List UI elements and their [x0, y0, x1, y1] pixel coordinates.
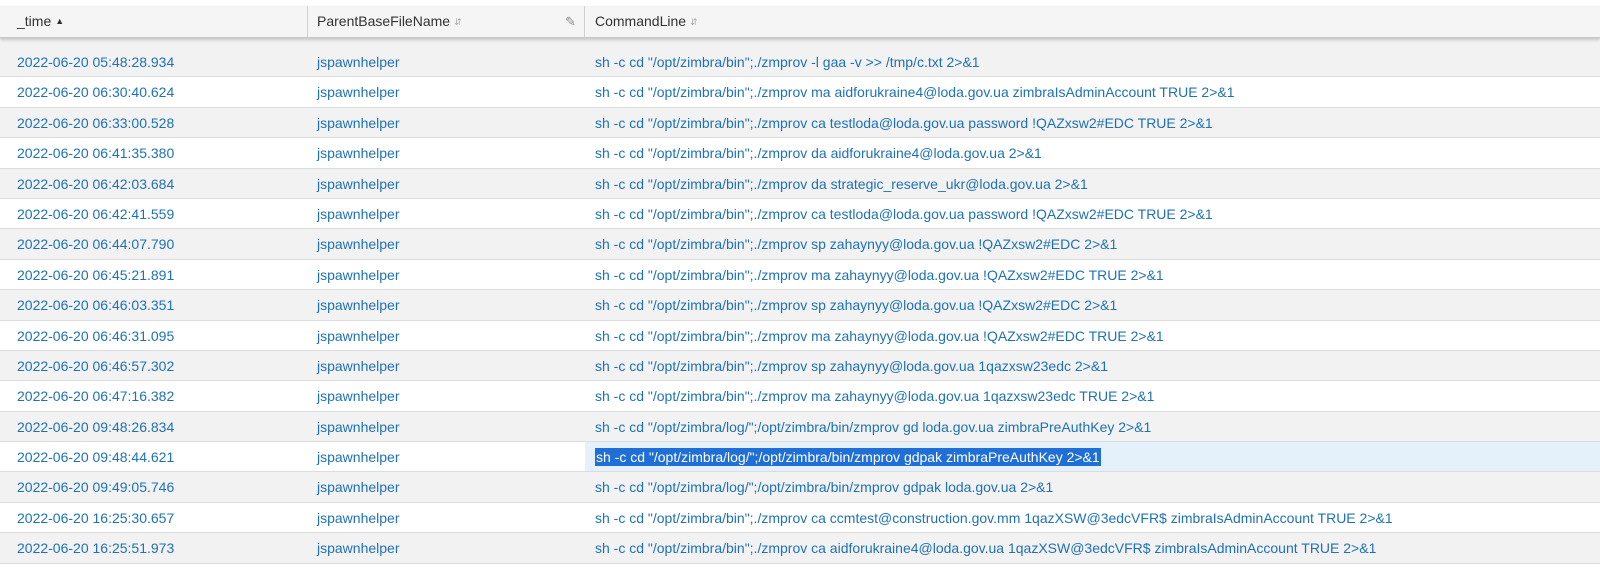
parent-filename-cell[interactable]: jspawnhelper [317, 138, 400, 168]
parent-filename-cell[interactable]: jspawnhelper [317, 442, 400, 472]
table-row[interactable]: 2022-06-20 09:48:44.621 jspawnhelper sh -c… [0, 442, 1600, 473]
parent-filename-cell[interactable]: jspawnhelper [317, 169, 400, 199]
time-cell[interactable]: 2022-06-20 16:25:30.657 [17, 503, 174, 533]
table-row[interactable]: 2022-06-20 06:33:00.528 jspawnhelper sh -c… [0, 107, 1600, 139]
sort-icon[interactable]: ⇵ [454, 17, 461, 27]
time-cell[interactable]: 2022-06-20 05:48:28.934 [17, 47, 174, 77]
parent-filename-cell[interactable]: jspawnhelper [317, 381, 400, 411]
column-header-label: _time [17, 13, 52, 29]
commandline-cell[interactable]: sh -c cd "/opt/zimbra/bin";./zmprov ma z… [595, 260, 1164, 290]
table-row[interactable]: 2022-06-20 06:45:21.891 jspawnhelper sh -c… [0, 259, 1600, 291]
time-cell[interactable]: 2022-06-20 06:46:03.351 [17, 290, 174, 320]
time-cell[interactable]: 2022-06-20 06:42:03.684 [17, 169, 174, 199]
selected-text[interactable]: sh -c cd "/opt/zimbra/log/";/opt/zimbra/… [595, 448, 1101, 467]
commandline-cell[interactable]: sh -c cd "/opt/zimbra/bin";./zmprov ca t… [595, 199, 1213, 229]
commandline-cell[interactable]: sh -c cd "/opt/zimbra/bin";./zmprov sp z… [595, 351, 1108, 381]
table-row[interactable]: 2022-06-20 06:30:40.624 jspawnhelper sh -c… [0, 77, 1600, 108]
table-row[interactable]: 2022-06-20 06:42:03.684 jspawnhelper sh -c… [0, 168, 1600, 199]
commandline-cell[interactable]: sh -c cd "/opt/zimbra/bin";./zmprov ma z… [595, 381, 1154, 411]
time-cell[interactable]: 2022-06-20 09:48:26.834 [17, 412, 174, 442]
commandline-cell[interactable]: sh -c cd "/opt/zimbra/log/";/opt/zimbra/… [595, 412, 1151, 442]
parent-filename-cell[interactable]: jspawnhelper [317, 108, 400, 138]
parent-filename-cell[interactable]: jspawnhelper [317, 533, 400, 563]
time-cell[interactable]: 2022-06-20 06:46:31.095 [17, 321, 174, 351]
table-row[interactable]: 2022-06-20 16:25:30.657 jspawnhelper sh -c… [0, 502, 1600, 534]
pencil-icon[interactable]: ✎ [565, 6, 576, 37]
commandline-cell[interactable]: sh -c cd "/opt/zimbra/log/";/opt/zimbra/… [595, 472, 1053, 502]
time-cell[interactable]: 2022-06-20 09:49:05.746 [17, 472, 174, 502]
table-header: _time ▲ ParentBaseFileName ⇵ ✎ CommandLine… [0, 6, 1600, 38]
time-cell[interactable]: 2022-06-20 06:44:07.790 [17, 229, 174, 259]
table-row[interactable]: 2022-06-20 16:25:51.973 jspawnhelper sh -c… [0, 533, 1600, 564]
parent-filename-cell[interactable]: jspawnhelper [317, 472, 400, 502]
table-body: 2022-06-20 05:48:28.934 jspawnhelper sh -c… [0, 47, 1600, 564]
commandline-cell[interactable]: sh -c cd "/opt/zimbra/bin";./zmprov sp z… [595, 290, 1117, 320]
commandline-cell[interactable]: sh -c cd "/opt/zimbra/bin";./zmprov sp z… [595, 229, 1117, 259]
column-header-label: CommandLine [595, 13, 687, 29]
commandline-cell[interactable]: sh -c cd "/opt/zimbra/bin";./zmprov ca a… [595, 533, 1376, 563]
table-row[interactable]: 2022-06-20 06:41:35.380 jspawnhelper sh -c… [0, 138, 1600, 169]
time-cell[interactable]: 2022-06-20 06:42:41.559 [17, 199, 174, 229]
parent-filename-cell[interactable]: jspawnhelper [317, 412, 400, 442]
time-cell[interactable]: 2022-06-20 09:48:44.621 [17, 442, 174, 472]
parent-filename-cell[interactable]: jspawnhelper [317, 290, 400, 320]
table-row[interactable]: 2022-06-20 06:44:07.790 jspawnhelper sh -c… [0, 229, 1600, 260]
parent-filename-cell[interactable]: jspawnhelper [317, 321, 400, 351]
table-row[interactable]: 2022-06-20 05:48:28.934 jspawnhelper sh -c… [0, 47, 1600, 78]
time-cell[interactable]: 2022-06-20 06:47:16.382 [17, 381, 174, 411]
table-row[interactable]: 2022-06-20 06:46:31.095 jspawnhelper sh -c… [0, 320, 1600, 351]
parent-filename-cell[interactable]: jspawnhelper [317, 503, 400, 533]
table-row[interactable]: 2022-06-20 09:49:05.746 jspawnhelper sh -c… [0, 472, 1600, 503]
time-cell[interactable]: 2022-06-20 06:46:57.302 [17, 351, 174, 381]
commandline-cell[interactable]: sh -c cd "/opt/zimbra/bin";./zmprov da s… [595, 169, 1088, 199]
parent-filename-cell[interactable]: jspawnhelper [317, 77, 400, 107]
table-row[interactable]: 2022-06-20 06:46:03.351 jspawnhelper sh -c… [0, 290, 1600, 321]
parent-filename-cell[interactable]: jspawnhelper [317, 260, 400, 290]
commandline-cell[interactable]: sh -c cd "/opt/zimbra/log/";/opt/zimbra/… [595, 442, 1101, 472]
column-header-time[interactable]: _time ▲ [0, 6, 308, 37]
commandline-cell[interactable]: sh -c cd "/opt/zimbra/bin";./zmprov -l g… [595, 47, 980, 77]
parent-filename-cell[interactable]: jspawnhelper [317, 351, 400, 381]
time-cell[interactable]: 2022-06-20 06:33:00.528 [17, 108, 174, 138]
table-row[interactable]: 2022-06-20 06:47:16.382 jspawnhelper sh -c… [0, 381, 1600, 412]
table-row[interactable]: 2022-06-20 06:46:57.302 jspawnhelper sh -c… [0, 350, 1600, 382]
time-cell[interactable]: 2022-06-20 06:41:35.380 [17, 138, 174, 168]
parent-filename-cell[interactable]: jspawnhelper [317, 229, 400, 259]
table-row[interactable]: 2022-06-20 06:42:41.559 jspawnhelper sh -c… [0, 198, 1600, 230]
column-header-parent[interactable]: ParentBaseFileName ⇵ ✎ [308, 6, 585, 37]
sort-icon[interactable]: ⇵ [690, 17, 697, 27]
commandline-cell[interactable]: sh -c cd "/opt/zimbra/bin";./zmprov ma z… [595, 321, 1164, 351]
commandline-cell[interactable]: sh -c cd "/opt/zimbra/bin";./zmprov ca c… [595, 503, 1393, 533]
time-cell[interactable]: 2022-06-20 06:45:21.891 [17, 260, 174, 290]
parent-filename-cell[interactable]: jspawnhelper [317, 199, 400, 229]
column-header-commandline[interactable]: CommandLine ⇵ [585, 6, 1600, 37]
commandline-cell[interactable]: sh -c cd "/opt/zimbra/bin";./zmprov ca t… [595, 108, 1213, 138]
time-cell[interactable]: 2022-06-20 16:25:51.973 [17, 533, 174, 563]
time-cell[interactable]: 2022-06-20 06:30:40.624 [17, 77, 174, 107]
sort-ascending-icon[interactable]: ▲ [55, 16, 64, 26]
commandline-cell[interactable]: sh -c cd "/opt/zimbra/bin";./zmprov ma a… [595, 77, 1235, 107]
table-row[interactable]: 2022-06-20 09:48:26.834 jspawnhelper sh -c… [0, 411, 1600, 443]
commandline-cell[interactable]: sh -c cd "/opt/zimbra/bin";./zmprov da a… [595, 138, 1042, 168]
column-header-label: ParentBaseFileName [317, 13, 451, 29]
parent-filename-cell[interactable]: jspawnhelper [317, 47, 400, 77]
